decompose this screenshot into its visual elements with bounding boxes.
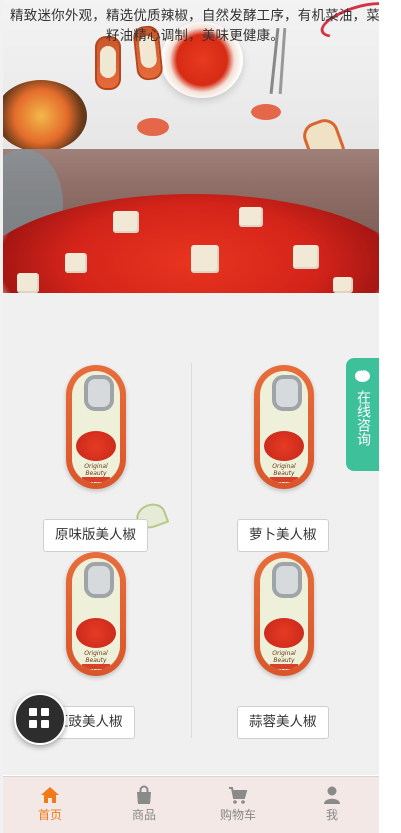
pizza-image [3, 80, 87, 149]
radish-cube [333, 277, 353, 293]
product-name-button[interactable]: 萝卜美人椒 [237, 519, 329, 552]
radish-cube [65, 253, 87, 273]
right-frame [379, 0, 401, 833]
product-can-image[interactable]: Original Beauty pepper [254, 552, 314, 676]
product-can-image[interactable]: Original Beauty pepper [254, 365, 314, 489]
tab-label: 商品 [131, 808, 156, 822]
banner-description: 精致迷你外观，精选优质辣椒，自然发酵工序，有机菜油，菜籽油精心调制，美味更健康。 [10, 8, 379, 44]
floating-menu-button[interactable] [14, 693, 66, 745]
pepper-piece [137, 118, 169, 136]
radish-cube [113, 211, 139, 233]
product-card[interactable]: Original Beauty pepper 蒜蓉美人椒 [191, 552, 379, 739]
pepper-piece [251, 104, 281, 120]
consult-label: 在线咨询 [355, 390, 371, 446]
tab-label: 首页 [37, 808, 62, 822]
online-consult-button[interactable]: 在线咨询 [346, 358, 379, 471]
radish-cube [239, 207, 263, 227]
tab-home[interactable]: 首页 [3, 777, 97, 833]
product-name-button[interactable]: 蒜蓉美人椒 [237, 706, 329, 739]
chat-bubble-icon [355, 364, 370, 382]
page: 精致迷你外观，精选优质辣椒，自然发酵工序，有机菜油，菜籽油精心调制，美味更健康。… [0, 0, 401, 833]
home-icon [41, 787, 59, 803]
shopping-bag-icon [137, 785, 151, 804]
radish-cube [17, 273, 39, 293]
product-name-button[interactable]: 原味版美人椒 [43, 519, 148, 552]
product-card[interactable]: Original Beauty pepper 原味版美人椒 [3, 365, 191, 552]
radish-cube [293, 245, 319, 269]
product-can-image[interactable]: Original Beauty pepper [66, 552, 126, 676]
tab-label: 我 [325, 808, 338, 822]
top-banner: 精致迷你外观，精选优质辣椒，自然发酵工序，有机菜油，菜籽油精心调制，美味更健康。 [3, 0, 379, 149]
tab-me[interactable]: 我 [285, 777, 379, 833]
food-photo [3, 149, 379, 293]
cart-icon [229, 787, 248, 804]
user-icon [324, 786, 340, 804]
tab-label: 购物车 [219, 808, 256, 822]
tab-products[interactable]: 商品 [97, 777, 191, 833]
product-can-image[interactable]: Original Beauty pepper [66, 365, 126, 489]
tab-cart[interactable]: 购物车 [191, 777, 285, 833]
radish-cube [191, 245, 219, 273]
banner-can-image [299, 115, 349, 149]
bottom-tab-bar: 首页 商品 购物车 我 [3, 776, 379, 833]
